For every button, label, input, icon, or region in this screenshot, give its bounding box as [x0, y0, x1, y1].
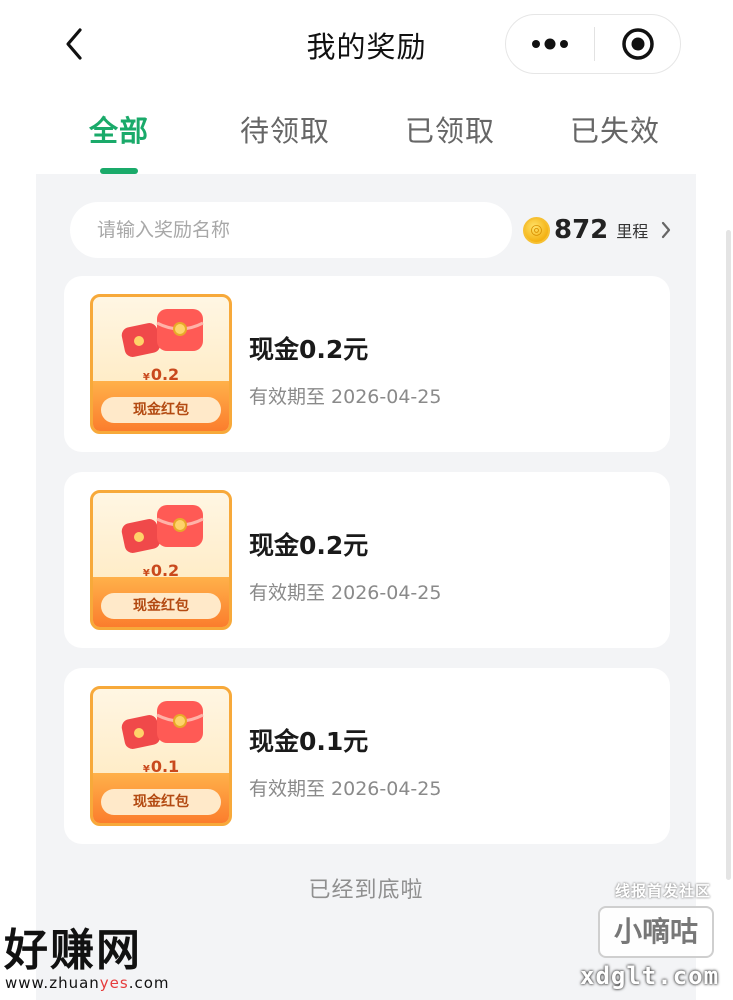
- coupon-tag: 现金红包: [101, 593, 221, 619]
- watermark-right-logo: 小嘀咕: [598, 906, 714, 958]
- mileage-value: 872: [554, 215, 609, 245]
- watermark-left-logo: 好赚网: [4, 925, 142, 976]
- red-packet-coupon: ¥0.2 现金红包: [90, 294, 232, 434]
- target-close-icon: [621, 28, 654, 60]
- more-button[interactable]: [506, 15, 594, 73]
- search-input[interactable]: [97, 219, 512, 241]
- search-bar: [70, 202, 512, 258]
- reward-expiry: 有效期至 2026-04-25: [249, 386, 442, 408]
- reward-expiry: 有效期至 2026-04-25: [249, 582, 442, 604]
- tab-pending[interactable]: 待领取: [240, 108, 330, 150]
- red-packet-coupon: ¥0.1 现金红包: [90, 686, 232, 826]
- reward-tabs: 全部 待领取 已领取 已失效: [0, 100, 733, 180]
- scrollbar[interactable]: [726, 230, 731, 880]
- red-packet-icon: [121, 505, 204, 553]
- reward-title: 现金0.2元: [249, 531, 369, 560]
- reward-title: 现金0.1元: [249, 727, 369, 756]
- coupon-tag: 现金红包: [101, 397, 221, 423]
- close-button[interactable]: [595, 15, 680, 73]
- red-packet-icon: [121, 701, 204, 749]
- reward-expiry: 有效期至 2026-04-25: [249, 778, 442, 800]
- watermark-right: 线报首发社区 小嘀咕 xdglt.com: [560, 876, 733, 1000]
- tab-claimed[interactable]: 已领取: [405, 108, 495, 150]
- mini-program-capsule: [505, 14, 681, 74]
- nav-bar: 我的奖励: [0, 0, 733, 90]
- mileage-unit: 里程: [616, 222, 649, 241]
- tab-expired[interactable]: 已失效: [570, 108, 660, 150]
- red-packet-coupon: ¥0.2 现金红包: [90, 490, 232, 630]
- watermark-left: 好赚网 www.zhuanyes.com: [0, 910, 200, 1000]
- coin-icon: ◎: [523, 216, 550, 244]
- watermark-right-url: xdglt.com: [580, 962, 720, 990]
- watermark-left-url: www.zhuanyes.com: [5, 974, 170, 992]
- more-dots-icon: [532, 38, 568, 50]
- reward-card[interactable]: ¥0.2 现金红包 现金0.2元 有效期至 2026-04-25: [64, 276, 670, 452]
- tab-all[interactable]: 全部: [89, 108, 149, 150]
- coupon-tag: 现金红包: [101, 789, 221, 815]
- reward-card[interactable]: ¥0.2 现金红包 现金0.2元 有效期至 2026-04-25: [64, 472, 670, 648]
- watermark-right-slogan: 线报首发社区: [614, 882, 711, 900]
- reward-title: 现金0.2元: [249, 335, 369, 364]
- red-packet-icon: [121, 309, 204, 357]
- chevron-right-icon: [660, 220, 672, 240]
- reward-card[interactable]: ¥0.1 现金红包 现金0.1元 有效期至 2026-04-25: [64, 668, 670, 844]
- mileage-link[interactable]: ◎ 872 里程: [523, 212, 672, 248]
